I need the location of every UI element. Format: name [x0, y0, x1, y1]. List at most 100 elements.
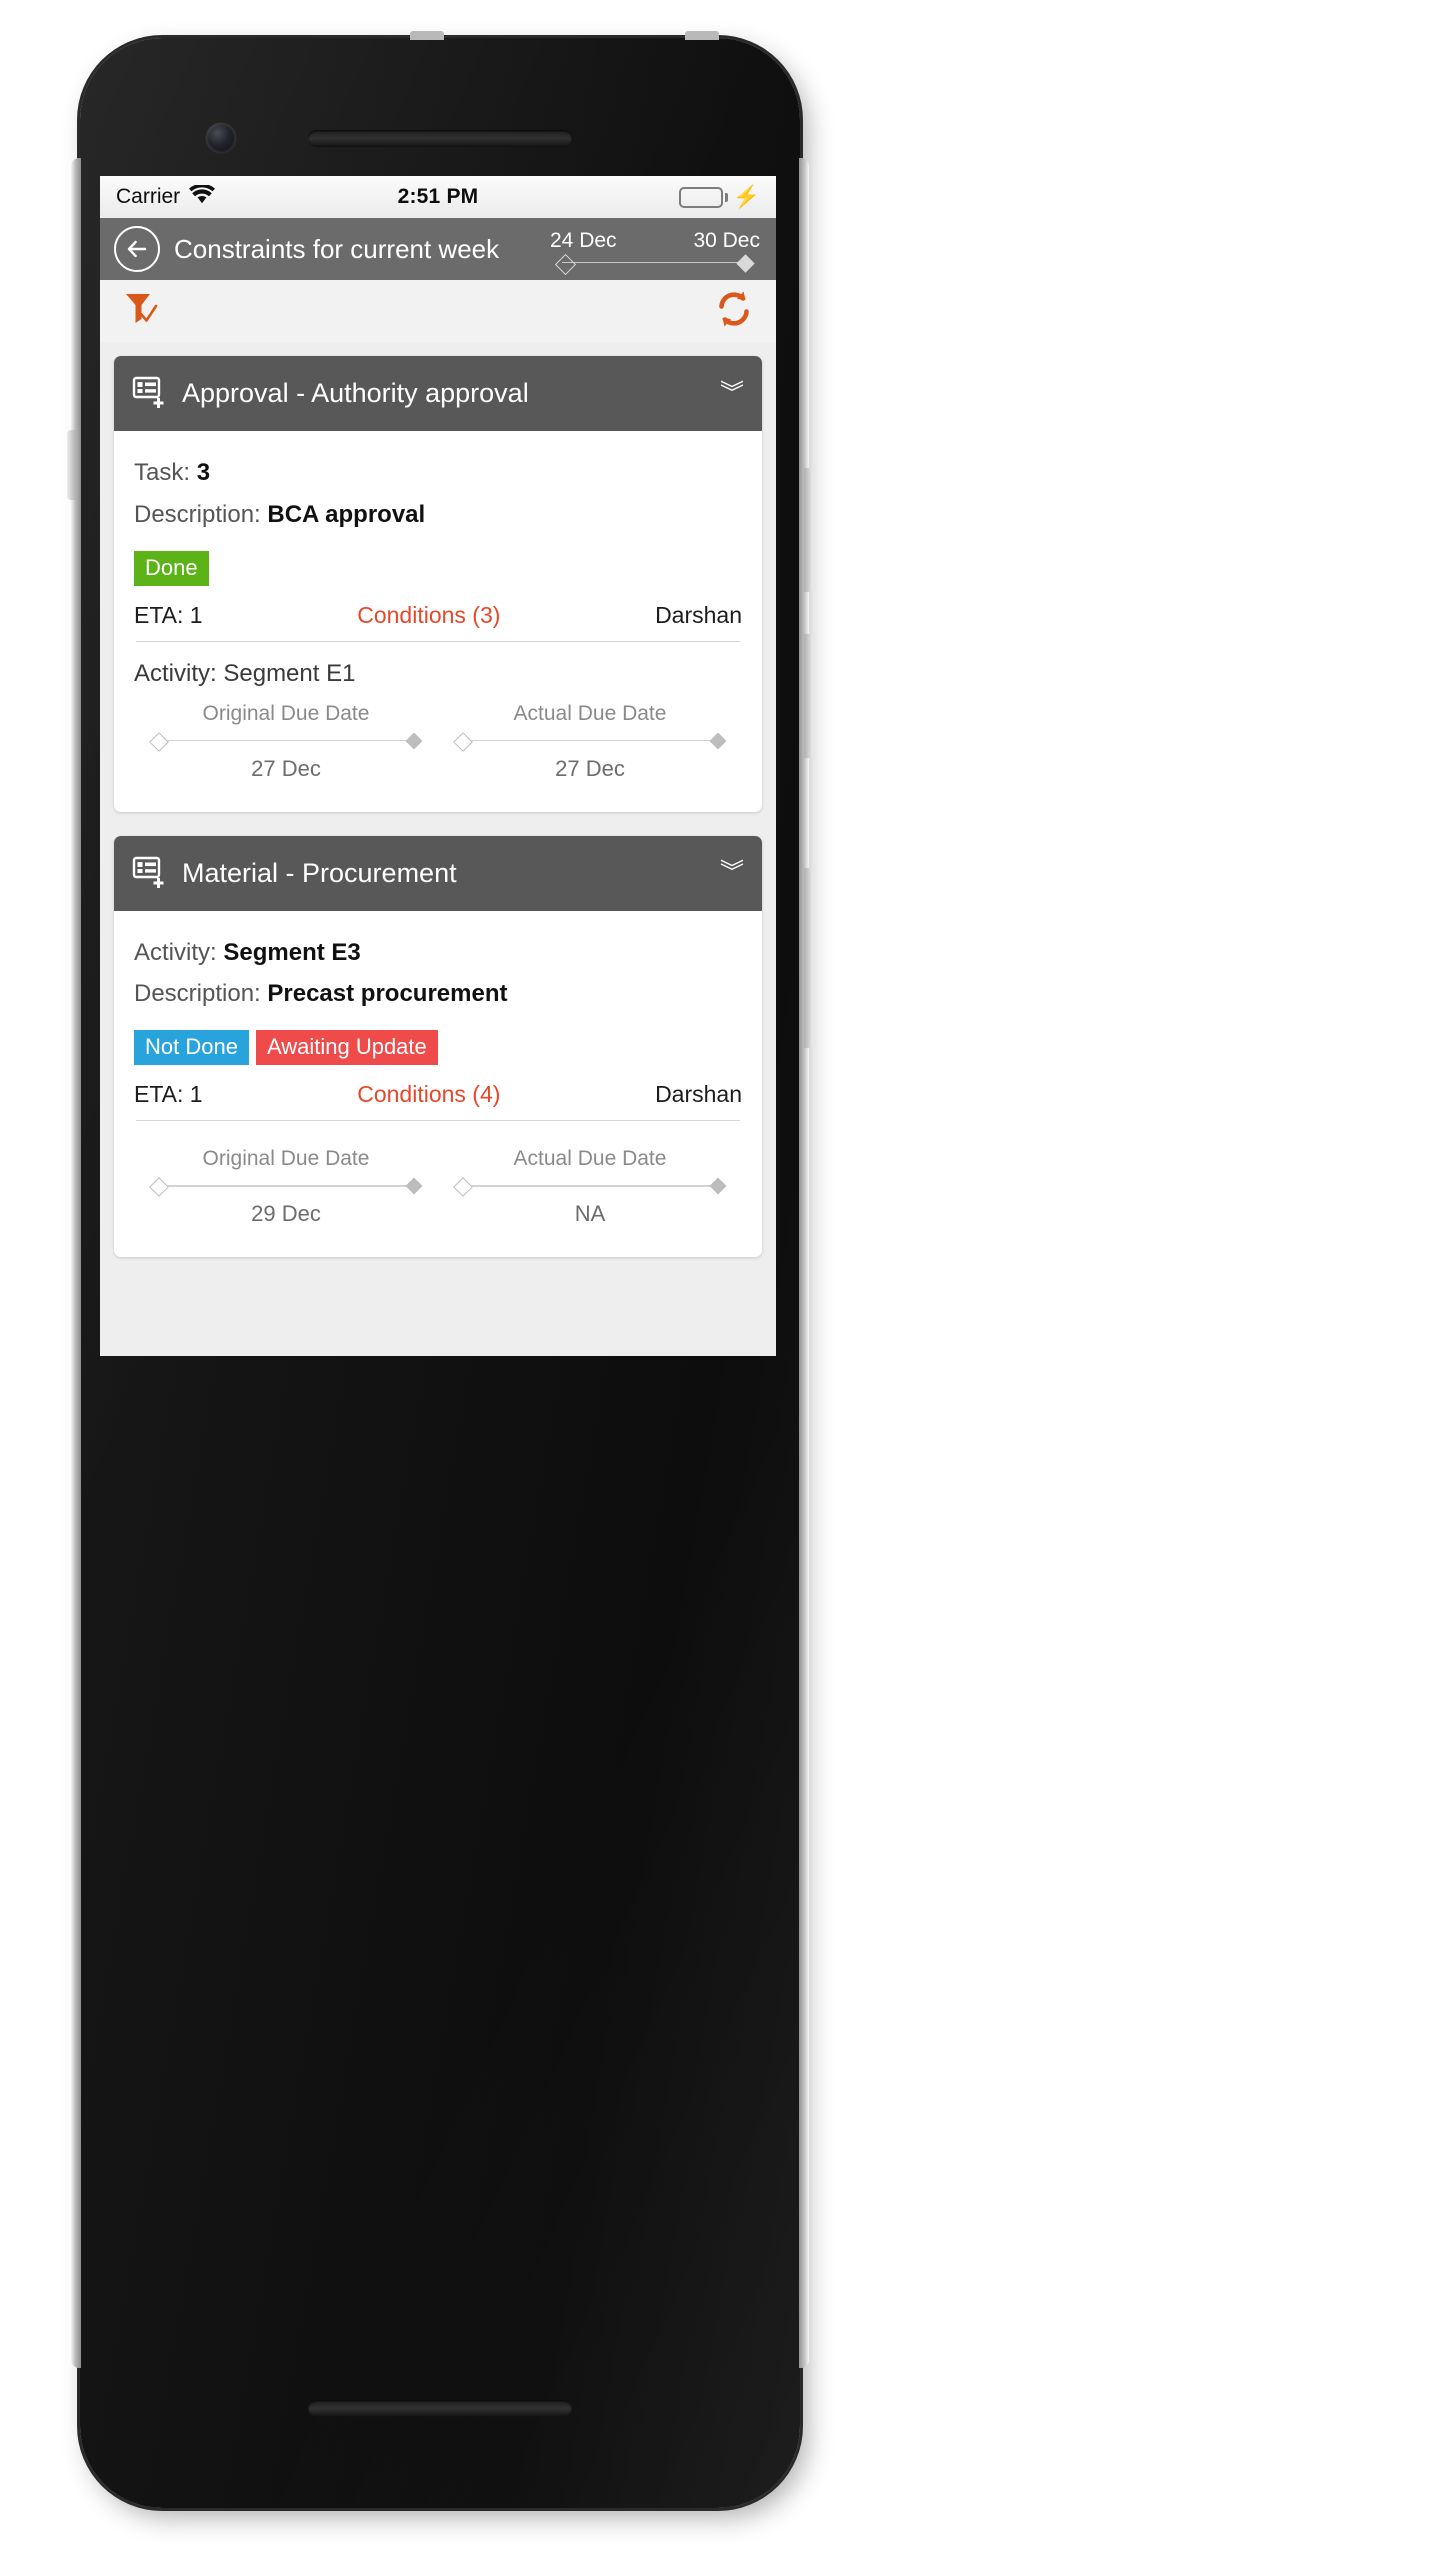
due-date-handle-end [709, 1177, 727, 1195]
divider [136, 640, 740, 642]
due-date-track [148, 1177, 424, 1198]
page-title: Constraints for current week [174, 233, 500, 264]
front-camera [206, 123, 236, 153]
conditions-link[interactable]: Conditions (4) [203, 1081, 655, 1108]
battery-cap [724, 192, 728, 202]
due-date-value: 27 Dec [555, 755, 625, 781]
date-range-line [562, 261, 748, 263]
refresh-button[interactable] [714, 289, 754, 334]
form-add-icon [132, 854, 166, 893]
due-date-block: Actual Due Date NA [438, 1147, 742, 1227]
volume-down-button[interactable] [804, 634, 813, 758]
field-value: Precast procurement [267, 980, 508, 1008]
status-badges: Not Done Awaiting Update [134, 1030, 742, 1066]
card-header[interactable]: Approval - Authority approval ︾ [114, 356, 762, 431]
activity-value: Segment E1 [223, 659, 356, 687]
due-date-handle-start [453, 731, 473, 752]
date-range-start-label: 24 Dec [550, 228, 617, 252]
back-arrow-icon [127, 240, 147, 258]
card-body: Task: 3 Description: BCA approval Done E… [114, 431, 762, 812]
eta-label: ETA: 1 [134, 601, 203, 628]
status-bar-clock: 2:51 PM [397, 185, 479, 208]
due-dates-section: Original Due Date 27 Dec Actual Due Date [134, 692, 742, 796]
due-date-handle-start [149, 1177, 169, 1198]
due-date-handle-start [149, 731, 169, 752]
volume-up-button[interactable] [804, 468, 813, 592]
due-date-handle-end [709, 732, 727, 750]
field-row: Task: 3 [134, 456, 742, 491]
date-range-handle-start[interactable] [554, 253, 577, 275]
due-date-line [158, 1185, 414, 1187]
due-date-value: 27 Dec [251, 755, 321, 781]
eta-label: ETA: 1 [134, 1081, 203, 1108]
status-bar: Carrier 2:51 PM ⚡ [100, 176, 776, 218]
owner-label: Darshan [655, 1081, 742, 1108]
field-value: BCA approval [267, 500, 426, 528]
navigation-bar: Constraints for current week 24 Dec 30 D… [100, 218, 776, 280]
due-date-handle-end [405, 732, 423, 750]
field-label: Description: [134, 980, 261, 1008]
activity-row: Activity: Segment E1 [134, 660, 742, 688]
due-date-handle-start [453, 1177, 473, 1198]
due-dates-section: Original Due Date 29 Dec Actual Due Date [134, 1121, 742, 1241]
date-range-handle-end[interactable] [736, 253, 755, 273]
date-range-end-label: 30 Dec [693, 228, 760, 252]
battery-full-icon [678, 186, 723, 208]
due-date-value: NA [574, 1201, 606, 1227]
screenshot-stage: Carrier 2:51 PM ⚡ Constraints for curren… [0, 0, 1440, 2560]
due-date-line [462, 1185, 718, 1187]
due-date-track [452, 731, 728, 752]
due-date-value: 29 Dec [251, 1201, 321, 1227]
due-date-block: Original Due Date 27 Dec [134, 702, 438, 782]
card-meta-row: ETA: 1 Conditions (3) Darshan [134, 602, 742, 629]
lightning-bolt-icon: ⚡ [732, 184, 760, 209]
filter-check-icon [126, 293, 158, 323]
due-date-block: Original Due Date 29 Dec [134, 1147, 438, 1227]
card-title: Approval - Authority approval [182, 378, 529, 408]
card-header[interactable]: Material - Procurement ︾ [114, 835, 762, 911]
chevron-down-icon[interactable]: ︾ [720, 861, 744, 885]
field-row: Description: BCA approval [134, 498, 742, 533]
status-badge[interactable]: Done [134, 550, 209, 586]
card-body: Activity: Segment E3 Description: Precas… [114, 911, 762, 1258]
constraint-card[interactable]: Material - Procurement ︾ Activity: Segme… [114, 835, 762, 1258]
phone-screen: Carrier 2:51 PM ⚡ Constraints for curren… [100, 176, 776, 1356]
mute-switch[interactable] [67, 430, 76, 500]
constraint-card[interactable]: Approval - Authority approval ︾ Task: 3 … [114, 356, 762, 812]
date-range-track[interactable] [550, 253, 760, 275]
status-badge[interactable]: Not Done [134, 1030, 249, 1066]
form-add-icon [132, 374, 166, 413]
due-date-handle-end [405, 1177, 423, 1195]
field-label: Task: [134, 459, 191, 486]
field-value: 3 [196, 459, 211, 486]
due-date-title: Original Due Date [202, 1147, 370, 1171]
due-date-track [452, 1177, 728, 1198]
due-date-track [148, 731, 424, 752]
due-date-title: Original Due Date [202, 701, 370, 725]
activity-label: Activity: [134, 659, 217, 687]
earpiece-speaker [308, 130, 572, 147]
power-button[interactable] [804, 868, 813, 1048]
status-badges: Done [134, 550, 742, 586]
date-range-labels: 24 Dec 30 Dec [550, 229, 760, 253]
back-button[interactable] [114, 226, 160, 272]
phone-device-frame: Carrier 2:51 PM ⚡ Constraints for curren… [67, 31, 813, 2508]
due-date-line [158, 739, 414, 742]
status-bar-right: ⚡ [678, 184, 760, 209]
bottom-speaker [308, 2400, 572, 2417]
field-row: Description: Precast procurement [134, 977, 742, 1012]
chevron-down-icon[interactable]: ︾ [720, 381, 744, 406]
due-date-block: Actual Due Date 27 Dec [438, 702, 742, 782]
date-range-slider[interactable]: 24 Dec 30 Dec [550, 229, 762, 275]
card-title: Material - Procurement [182, 857, 457, 888]
constraints-list[interactable]: Approval - Authority approval ︾ Task: 3 … [100, 342, 776, 1356]
due-date-title: Actual Due Date [513, 1147, 667, 1171]
action-toolbar [100, 280, 776, 343]
due-date-title: Actual Due Date [513, 701, 667, 725]
field-label: Description: [134, 500, 261, 528]
status-badge[interactable]: Awaiting Update [255, 1030, 438, 1066]
conditions-link[interactable]: Conditions (3) [203, 602, 655, 629]
field-value: Segment E3 [223, 938, 361, 966]
card-meta-row: ETA: 1 Conditions (4) Darshan [134, 1081, 742, 1108]
filter-button[interactable] [122, 289, 166, 334]
